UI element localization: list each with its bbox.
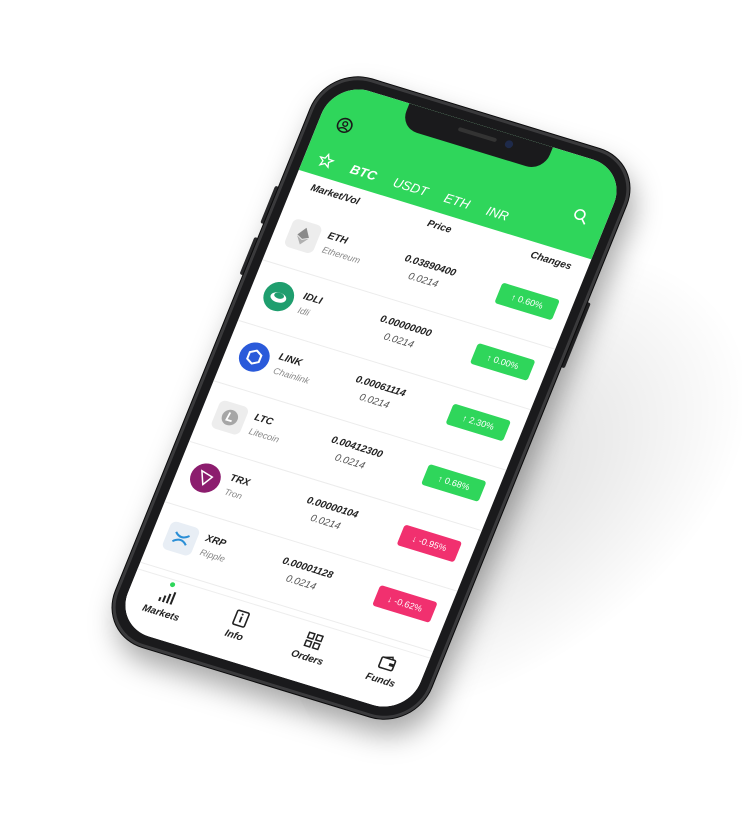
chainlink-icon: [234, 338, 275, 376]
nav-orders[interactable]: Orders: [271, 622, 350, 673]
front-camera: [503, 139, 515, 150]
market-volume: 0.0214: [357, 391, 391, 412]
change-badge: ↑ 0.68%: [420, 463, 487, 502]
litecoin-icon: [209, 399, 250, 436]
nav-funds[interactable]: Funds: [345, 645, 424, 696]
change-badge: ↓ -0.62%: [372, 584, 438, 623]
info-icon: [231, 609, 250, 628]
ripple-icon: [160, 520, 201, 557]
market-name: Ripple: [198, 547, 227, 564]
market-name: Litecoin: [247, 426, 281, 445]
change-value: -0.62%: [392, 596, 424, 614]
search-icon[interactable]: [570, 207, 591, 227]
market-symbol: LINK: [277, 351, 304, 369]
market-name: Ethereum: [320, 244, 362, 266]
tab-btc[interactable]: BTC: [348, 161, 379, 183]
market-name: Chainlink: [271, 365, 311, 386]
change-value: 0.68%: [443, 475, 472, 493]
market-symbol: LTC: [252, 412, 275, 428]
market-name: Tron: [222, 486, 244, 502]
tab-eth[interactable]: ETH: [442, 190, 473, 212]
change-value: -0.95%: [417, 535, 449, 554]
bar-chart-icon: [158, 592, 177, 605]
eth-icon: [283, 217, 324, 255]
market-volume: 0.0214: [308, 512, 342, 533]
favorites-star-icon[interactable]: [316, 151, 337, 171]
market-volume: 0.0214: [284, 573, 318, 593]
column-header-price[interactable]: Price: [426, 218, 454, 235]
market-symbol: IDLI: [301, 291, 324, 307]
change-badge: ↑ 0.60%: [494, 282, 560, 321]
change-badge: ↑ 2.30%: [445, 403, 512, 442]
nav-markets[interactable]: Markets: [125, 578, 204, 629]
tab-usdt[interactable]: USDT: [391, 174, 430, 198]
change-badge: ↓ -0.95%: [396, 524, 463, 563]
column-header-changes[interactable]: Changes: [529, 250, 574, 273]
nav-info[interactable]: Info: [198, 600, 277, 651]
tron-icon: [185, 459, 226, 497]
active-indicator: [169, 581, 176, 588]
grid-icon: [303, 631, 325, 651]
profile-icon[interactable]: [334, 116, 355, 136]
change-value: 0.00%: [491, 354, 521, 372]
market-volume: 0.0214: [333, 452, 367, 472]
speaker-grille: [457, 126, 498, 143]
change-value: 0.60%: [516, 294, 545, 311]
market-volume: 0.0214: [381, 331, 416, 351]
tab-inr[interactable]: INR: [484, 203, 511, 224]
market-name: Idli: [296, 305, 311, 318]
market-symbol: XRP: [203, 533, 228, 550]
idli-icon: [258, 278, 299, 315]
change-badge: ↑ 0.00%: [469, 342, 536, 381]
nav-markets-label: Markets: [140, 602, 181, 625]
change-value: 2.30%: [467, 415, 496, 432]
nav-info-label: Info: [222, 627, 245, 644]
wallet-icon: [377, 656, 397, 672]
market-volume: 0.0214: [406, 270, 440, 291]
market-symbol: ETH: [325, 230, 350, 247]
market-symbol: TRX: [228, 472, 252, 489]
